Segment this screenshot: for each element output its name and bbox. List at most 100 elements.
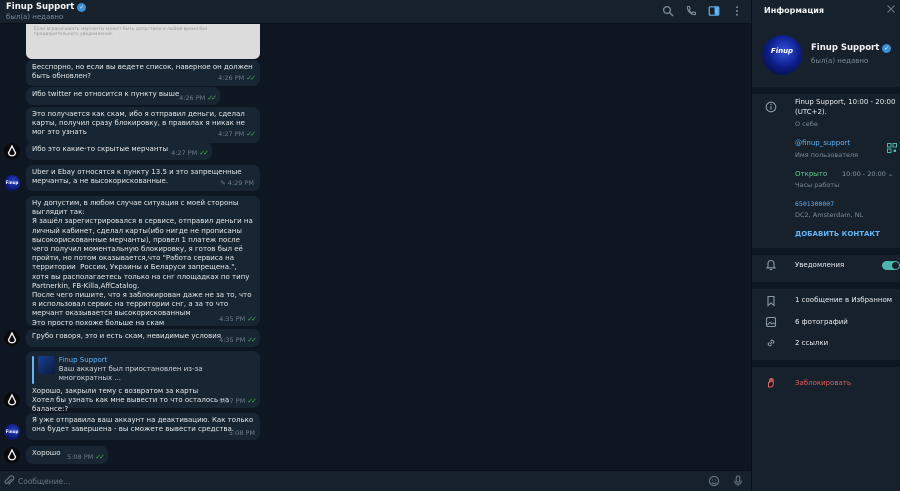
- emoji-icon[interactable]: [708, 475, 720, 487]
- drop-logo-icon: [7, 331, 17, 344]
- message-meta: 5:08 PM: [229, 429, 255, 438]
- message-meta: 5:08 PM ✓✓: [67, 452, 105, 462]
- mic-icon[interactable]: [732, 475, 744, 487]
- bio-text[interactable]: Finup Support, 10:00 - 20:00 (UTC+2).: [795, 98, 899, 117]
- message-time: 4:35 PM: [219, 335, 246, 344]
- username-link[interactable]: @finup_support: [795, 139, 850, 147]
- address: DC2, Amsterdam, NL: [795, 211, 864, 219]
- message-bubble[interactable]: Uber и Ebay относятся к пункту 13.5 и эт…: [26, 165, 260, 192]
- read-ticks-icon: ✓✓: [246, 74, 256, 83]
- chat-panel: Finup Support ✓ был(а) недавно Если огран…: [0, 0, 751, 491]
- avatar[interactable]: [4, 143, 20, 159]
- header-actions: [662, 5, 743, 17]
- profile-name-text: Finup Support: [811, 43, 880, 53]
- message-time: 4:27 PM: [171, 148, 198, 157]
- bio-label: О себе: [795, 120, 818, 128]
- chat-header[interactable]: Finup Support ✓ был(а) недавно: [0, 0, 751, 24]
- message-bubble[interactable]: Грубо говоря, это и есть скам, невидимые…: [26, 329, 260, 347]
- add-contact-button[interactable]: ДОБАВИТЬ КОНТАКТ: [795, 230, 880, 238]
- saved-messages-link[interactable]: 1 сообщение в Избранном: [795, 296, 892, 306]
- bell-icon: [765, 259, 777, 271]
- chat-title-text[interactable]: Finup Support: [6, 2, 74, 12]
- chevron-down-icon: ⌄: [888, 170, 894, 178]
- hours-label: Часы работы: [795, 181, 840, 189]
- hours-range[interactable]: 10:00 - 20:00 ⌄: [842, 170, 893, 178]
- reply-author: Finup Support: [58, 356, 108, 364]
- message-bubble[interactable]: Ибо это какие-то скрытые мерчанты 4:27 P…: [26, 142, 212, 160]
- phone-number[interactable]: 6501300007: [795, 200, 834, 208]
- info-icon: [765, 101, 777, 113]
- message-text: Это получается как скам, ибо я отправил …: [32, 110, 248, 137]
- message-input[interactable]: [18, 475, 678, 488]
- message-list[interactable]: Если ограничивать мерчанты может быть до…: [0, 24, 751, 467]
- message-bubble[interactable]: Я уже отправила ваш аккаунт на деактивац…: [26, 413, 260, 440]
- info-panel: Информация Finup Finup Support ✓ был(а) н…: [751, 0, 900, 491]
- avatar[interactable]: [4, 392, 20, 408]
- reply-text: Ваш аккаунт был приостановлен из-за мног…: [58, 365, 203, 383]
- qr-icon[interactable]: [887, 143, 897, 153]
- message-text: Ну допустим, в любом случае ситуация с м…: [32, 199, 253, 327]
- hours-range-text: 10:00 - 20:00: [842, 170, 886, 178]
- sidebar-toggle-icon[interactable]: [708, 5, 720, 17]
- message-bubble[interactable]: Хорошо 5:08 PM ✓✓: [26, 446, 108, 464]
- reply-preview[interactable]: Finup Support Ваш аккаунт был приостанов…: [32, 356, 254, 384]
- message-time: 5:08 PM: [67, 452, 94, 461]
- profile-avatar[interactable]: Finup: [762, 35, 802, 75]
- avatar[interactable]: Finup: [4, 424, 20, 440]
- edited-icon: ✎: [220, 179, 226, 188]
- avatar[interactable]: Finup: [4, 175, 20, 191]
- search-icon[interactable]: [662, 5, 674, 17]
- link-icon: [767, 339, 775, 347]
- avatar[interactable]: [4, 447, 20, 463]
- image-text: Если ограничивать мерчанты может быть до…: [34, 27, 208, 37]
- attach-icon[interactable]: [3, 475, 15, 487]
- links-link[interactable]: 2 ссылки: [795, 339, 828, 349]
- compose-bar: [0, 470, 751, 491]
- divider: [752, 360, 900, 367]
- message-text: Грубо говоря, это и есть скам, невидимые…: [32, 332, 221, 340]
- message-time: 4:29 PM: [227, 179, 254, 188]
- verified-icon: ✓: [77, 3, 87, 12]
- read-ticks-icon: ✓✓: [247, 335, 257, 344]
- profile-name: Finup Support ✓: [811, 43, 892, 53]
- block-icon: [768, 377, 774, 388]
- message-meta: 4:27 PM ✓✓: [171, 148, 209, 158]
- notifications-toggle[interactable]: [882, 261, 900, 270]
- hours-status[interactable]: Открыто: [795, 170, 827, 178]
- more-icon[interactable]: [731, 5, 743, 17]
- message-text: Хорошо: [32, 449, 61, 457]
- message-bubble[interactable]: Это получается как скам, ибо я отправил …: [26, 107, 260, 143]
- photos-link[interactable]: 6 фотографий: [795, 318, 848, 328]
- avatar[interactable]: [4, 330, 20, 346]
- divider: [752, 87, 900, 94]
- message-time: 4:27 PM: [218, 130, 245, 139]
- image-attachment[interactable]: Если ограничивать мерчанты может быть до…: [26, 24, 260, 59]
- username-label: Имя пользователя: [795, 151, 859, 159]
- bookmark-icon: [767, 295, 775, 307]
- message-meta: 4:27 PM ✓✓: [218, 130, 256, 139]
- message-bubble[interactable]: Бесспорно, но если вы ведете список, нав…: [26, 60, 260, 87]
- message-bubble[interactable]: Ну допустим, в любом случае ситуация с м…: [26, 196, 260, 327]
- profile-avatar-text: Finup: [770, 47, 794, 55]
- read-ticks-icon: ✓✓: [246, 130, 256, 139]
- message-bubble[interactable]: Ибо twitter не относится к пункту выше 4…: [26, 87, 220, 105]
- close-icon[interactable]: [886, 4, 896, 14]
- message-bubble[interactable]: Finup Support Ваш аккаунт был приостанов…: [26, 351, 260, 413]
- drop-logo-icon: [7, 448, 17, 461]
- message-meta: 4:26 PM ✓✓: [179, 93, 217, 103]
- message-text: Uber и Ebay относятся к пункту 13.5 и эт…: [32, 168, 244, 186]
- chat-title[interactable]: Finup Support ✓: [6, 2, 87, 12]
- reply-bar: [32, 356, 34, 384]
- message-meta: 4:35 PM ✓✓: [219, 335, 257, 345]
- message-text: Я уже отправила ваш аккаунт на деактивац…: [32, 416, 256, 434]
- message-meta: ✎ 4:29 PM: [220, 179, 254, 188]
- message-text: Ибо это какие-то скрытые мерчанты: [32, 145, 169, 153]
- read-ticks-icon: ✓✓: [199, 148, 209, 157]
- phone-icon[interactable]: [685, 5, 697, 17]
- block-button[interactable]: Заблокировать: [795, 379, 851, 387]
- message-text: Хорошо, закрыли тему с возвратом за карт…: [32, 386, 230, 414]
- message-time: 4:26 PM: [218, 74, 245, 83]
- read-ticks-icon: ✓✓: [247, 314, 257, 323]
- message-time: 4:26 PM: [179, 93, 206, 102]
- notifications-label: Уведомления: [795, 261, 845, 269]
